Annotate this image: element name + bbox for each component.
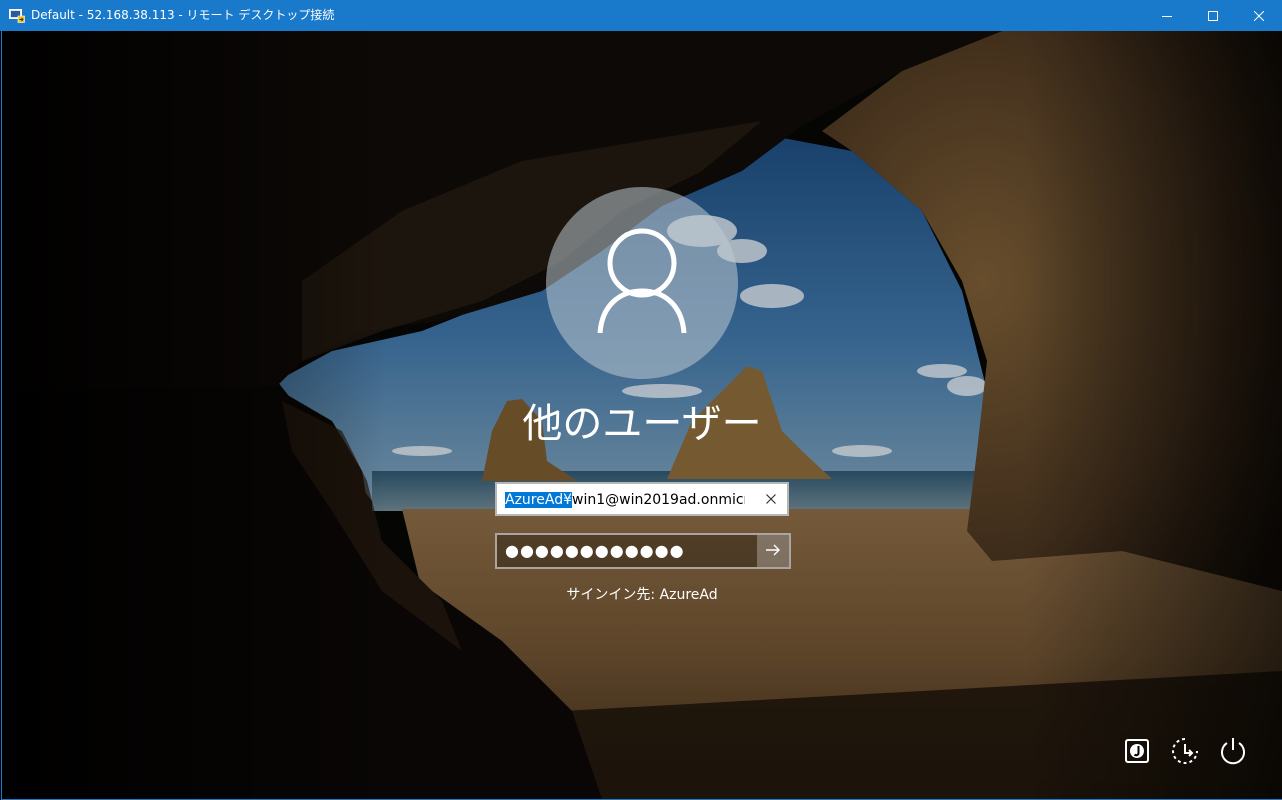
power-button[interactable] <box>1215 735 1251 771</box>
title-bar: Default - 52.168.38.113 - リモート デスクトップ接続 <box>0 0 1282 31</box>
ease-of-access-button[interactable] <box>1167 735 1203 771</box>
close-button[interactable] <box>1236 0 1282 31</box>
ease-of-access-icon <box>1170 736 1200 770</box>
input-method-icon <box>1125 739 1149 767</box>
remote-desktop-icon[interactable] <box>9 8 25 23</box>
clear-x-icon[interactable] <box>761 489 781 509</box>
username-input[interactable]: AzureAd¥win1@win2019ad.onmicros <box>495 482 789 516</box>
password-input[interactable]: ●●●●●●●●●●●● <box>495 533 791 569</box>
username-rest-text: win1@win2019ad.onmicros <box>572 492 745 508</box>
window-title: Default - 52.168.38.113 - リモート デスクトップ接続 <box>31 8 335 22</box>
minimize-button[interactable] <box>1144 0 1190 31</box>
signin-target: サインイン先: AzureAd <box>566 587 718 603</box>
minimize-icon <box>1162 11 1172 21</box>
maximize-button[interactable] <box>1190 0 1236 31</box>
submit-button[interactable] <box>757 535 789 567</box>
remote-session: 他のユーザー AzureAd¥win1@win2019ad.onmicros ●… <box>1 31 1282 800</box>
username-heading: 他のユーザー <box>522 401 762 447</box>
power-icon <box>1218 736 1248 770</box>
input-method-button[interactable] <box>1119 735 1155 771</box>
close-icon <box>1254 10 1264 21</box>
arrow-right-icon <box>765 542 781 561</box>
user-avatar <box>546 187 738 379</box>
username-value[interactable]: AzureAd¥win1@win2019ad.onmicros <box>505 491 745 509</box>
maximize-icon <box>1208 10 1218 21</box>
password-masked-value: ●●●●●●●●●●●● <box>505 541 685 560</box>
username-selected-text: AzureAd¥ <box>505 492 572 508</box>
